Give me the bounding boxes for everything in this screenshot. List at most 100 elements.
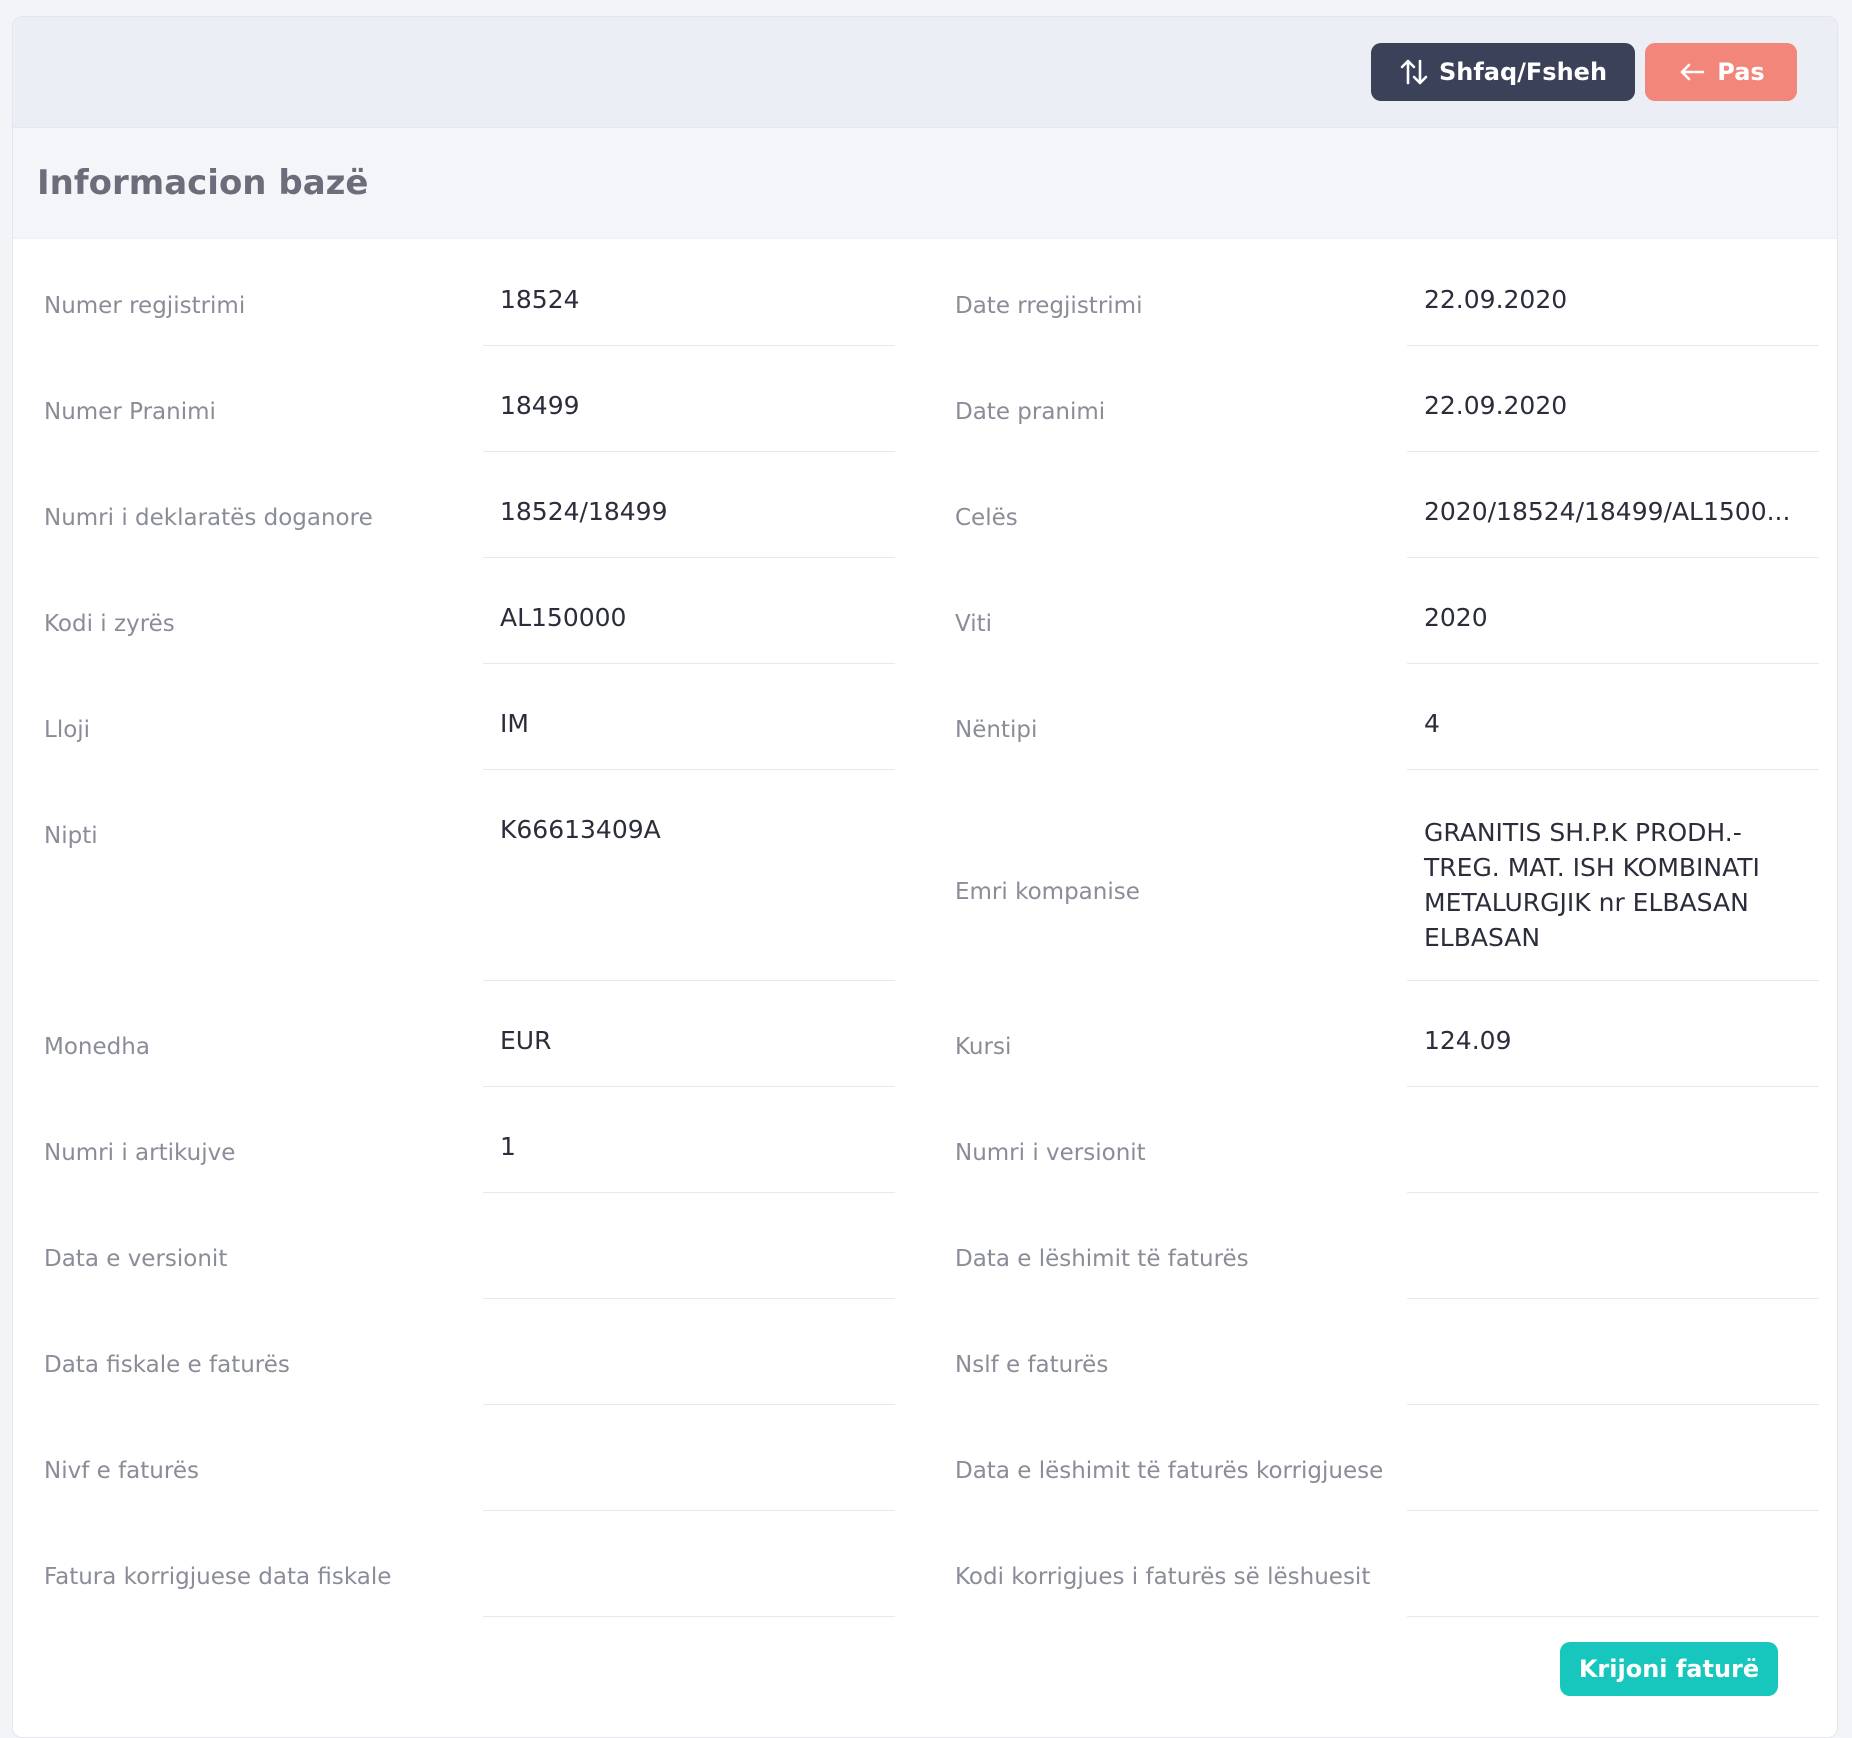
- field-row: Fatura korrigjuese data fiskale Kodi korr…: [13, 1540, 1837, 1646]
- field-value: 18524: [500, 285, 580, 314]
- field-value-box: 1: [483, 1116, 895, 1193]
- field-row: Nipti K66613409A Emri kompanise GRANITIS SH…: [13, 799, 1837, 1010]
- field-row: Monedha EUR Kursi 124.09: [13, 1010, 1837, 1116]
- field-cell-left: Data fiskale e faturës: [13, 1328, 925, 1434]
- show-hide-button[interactable]: Shfaq/Fsheh: [1371, 43, 1635, 101]
- field-cell-left: Kodi i zyrës AL150000: [13, 587, 925, 693]
- field-label: Kodi korrigjues i faturës së lëshuesit: [955, 1564, 1371, 1590]
- field-cell-right: Date rregjistrimi 22.09.2020: [925, 269, 1837, 375]
- back-button[interactable]: Pas: [1645, 43, 1797, 101]
- field-cell-left: Monedha EUR: [13, 1010, 925, 1116]
- field-label: Numer Pranimi: [44, 399, 216, 425]
- field-label: Numri i artikujve: [44, 1140, 236, 1166]
- field-value-box: 4: [1407, 693, 1819, 770]
- field-label: Nivf e faturës: [44, 1458, 199, 1484]
- field-value-box: 124.09: [1407, 1010, 1819, 1087]
- detail-card: Shfaq/Fsheh Pas Informacion bazë Numer r…: [12, 16, 1838, 1738]
- show-hide-label: Shfaq/Fsheh: [1438, 58, 1608, 86]
- section-header: Informacion bazë: [13, 128, 1837, 239]
- field-value-box: EUR: [483, 1010, 895, 1087]
- field-cell-right: Data e lëshimit të faturës korrigjuese: [925, 1434, 1837, 1540]
- field-value-box: 22.09.2020: [1407, 375, 1819, 452]
- field-value-box: IM: [483, 693, 895, 770]
- field-cell-right: Numri i versionit: [925, 1116, 1837, 1222]
- field-row: Numer regjistrimi 18524 Date rregjistrimi 2…: [13, 269, 1837, 375]
- field-label: Nëntipi: [955, 717, 1038, 743]
- field-label: Numri i versionit: [955, 1140, 1146, 1166]
- field-value: GRANITIS SH.P.K PRODH.- TREG. MAT. ISH K…: [1424, 818, 1760, 952]
- field-cell-right: Celës 2020/18524/18499/AL1500...: [925, 481, 1837, 587]
- field-value: 18499: [500, 391, 580, 420]
- field-cell-left: Numri i artikujve 1: [13, 1116, 925, 1222]
- field-value-box: AL150000: [483, 587, 895, 664]
- field-cell-left: Lloji IM: [13, 693, 925, 799]
- field-cell-left: Numer regjistrimi 18524: [13, 269, 925, 375]
- field-label: Lloji: [44, 717, 91, 743]
- field-value: EUR: [500, 1026, 552, 1055]
- field-value-box: 2020/18524/18499/AL1500...: [1407, 481, 1819, 558]
- field-value: 18524/18499: [500, 497, 668, 526]
- field-cell-right: Data e lëshimit të faturës: [925, 1222, 1837, 1328]
- field-value-box: [1407, 1328, 1819, 1405]
- field-label: Numri i deklaratës doganore: [44, 505, 373, 531]
- field-row: Numri i artikujve 1 Numri i versionit: [13, 1116, 1837, 1222]
- field-label: Data fiskale e faturës: [44, 1352, 290, 1378]
- field-value: 124.09: [1424, 1026, 1512, 1055]
- field-value-box: [483, 1328, 895, 1405]
- field-value-box: GRANITIS SH.P.K PRODH.- TREG. MAT. ISH K…: [1407, 799, 1819, 981]
- field-cell-left: Data e versionit: [13, 1222, 925, 1328]
- field-label: Viti: [955, 611, 993, 637]
- field-value-box: [1407, 1434, 1819, 1511]
- field-value-box: K66613409A: [483, 799, 895, 981]
- field-value-box: [483, 1222, 895, 1299]
- field-value: 2020/18524/18499/AL1500...: [1424, 497, 1791, 526]
- field-label: Date pranimi: [955, 399, 1106, 425]
- field-cell-left: Nivf e faturës: [13, 1434, 925, 1540]
- field-value: 2020: [1424, 603, 1488, 632]
- field-cell-right: Date pranimi 22.09.2020: [925, 375, 1837, 481]
- back-label: Pas: [1717, 58, 1765, 86]
- field-value-box: [483, 1540, 895, 1617]
- field-label: Nipti: [44, 823, 98, 849]
- field-value-box: [1407, 1116, 1819, 1193]
- section-title: Informacion bazë: [37, 163, 369, 203]
- field-label: Emri kompanise: [955, 879, 1140, 905]
- field-value-box: [1407, 1222, 1819, 1299]
- field-value-box: 18499: [483, 375, 895, 452]
- field-label: Kursi: [955, 1034, 1012, 1060]
- info-grid: Numer regjistrimi 18524 Date rregjistrimi 2…: [13, 239, 1837, 1646]
- field-value: 1: [500, 1132, 516, 1161]
- field-cell-left: Fatura korrigjuese data fiskale: [13, 1540, 925, 1646]
- sort-arrows-icon: [1399, 57, 1429, 87]
- field-row: Data e versionit Data e lëshimit të fatur…: [13, 1222, 1837, 1328]
- field-value-box: 18524/18499: [483, 481, 895, 558]
- field-cell-left: Numer Pranimi 18499: [13, 375, 925, 481]
- field-row: Nivf e faturës Data e lëshimit të faturës…: [13, 1434, 1837, 1540]
- field-value-box: 22.09.2020: [1407, 269, 1819, 346]
- field-value-box: 18524: [483, 269, 895, 346]
- field-value-box: 2020: [1407, 587, 1819, 664]
- field-cell-right: Nëntipi 4: [925, 693, 1837, 799]
- field-cell-right: Kodi korrigjues i faturës së lëshuesit: [925, 1540, 1837, 1646]
- field-value-box: [483, 1434, 895, 1511]
- field-value: IM: [500, 709, 529, 738]
- field-label: Kodi i zyrës: [44, 611, 175, 637]
- field-cell-right: Emri kompanise GRANITIS SH.P.K PRODH.- TR…: [925, 799, 1837, 1010]
- field-cell-left: Nipti K66613409A: [13, 799, 925, 1010]
- top-toolbar: Shfaq/Fsheh Pas: [13, 17, 1837, 128]
- field-label: Data e lëshimit të faturës korrigjuese: [955, 1458, 1384, 1484]
- field-value: K66613409A: [500, 815, 661, 844]
- field-cell-right: Viti 2020: [925, 587, 1837, 693]
- field-label: Celës: [955, 505, 1018, 531]
- field-row: Numri i deklaratës doganore 18524/18499 Ce…: [13, 481, 1837, 587]
- field-value: AL150000: [500, 603, 627, 632]
- field-label: Monedha: [44, 1034, 150, 1060]
- create-invoice-button[interactable]: Krijoni faturë: [1560, 1642, 1778, 1696]
- field-label: Data e lëshimit të faturës: [955, 1246, 1249, 1272]
- field-cell-right: Nslf e faturës: [925, 1328, 1837, 1434]
- field-label: Fatura korrigjuese data fiskale: [44, 1564, 392, 1590]
- field-label: Numer regjistrimi: [44, 293, 246, 319]
- arrow-left-icon: [1677, 57, 1707, 87]
- field-value-box: [1407, 1540, 1819, 1617]
- field-row: Kodi i zyrës AL150000 Viti 2020: [13, 587, 1837, 693]
